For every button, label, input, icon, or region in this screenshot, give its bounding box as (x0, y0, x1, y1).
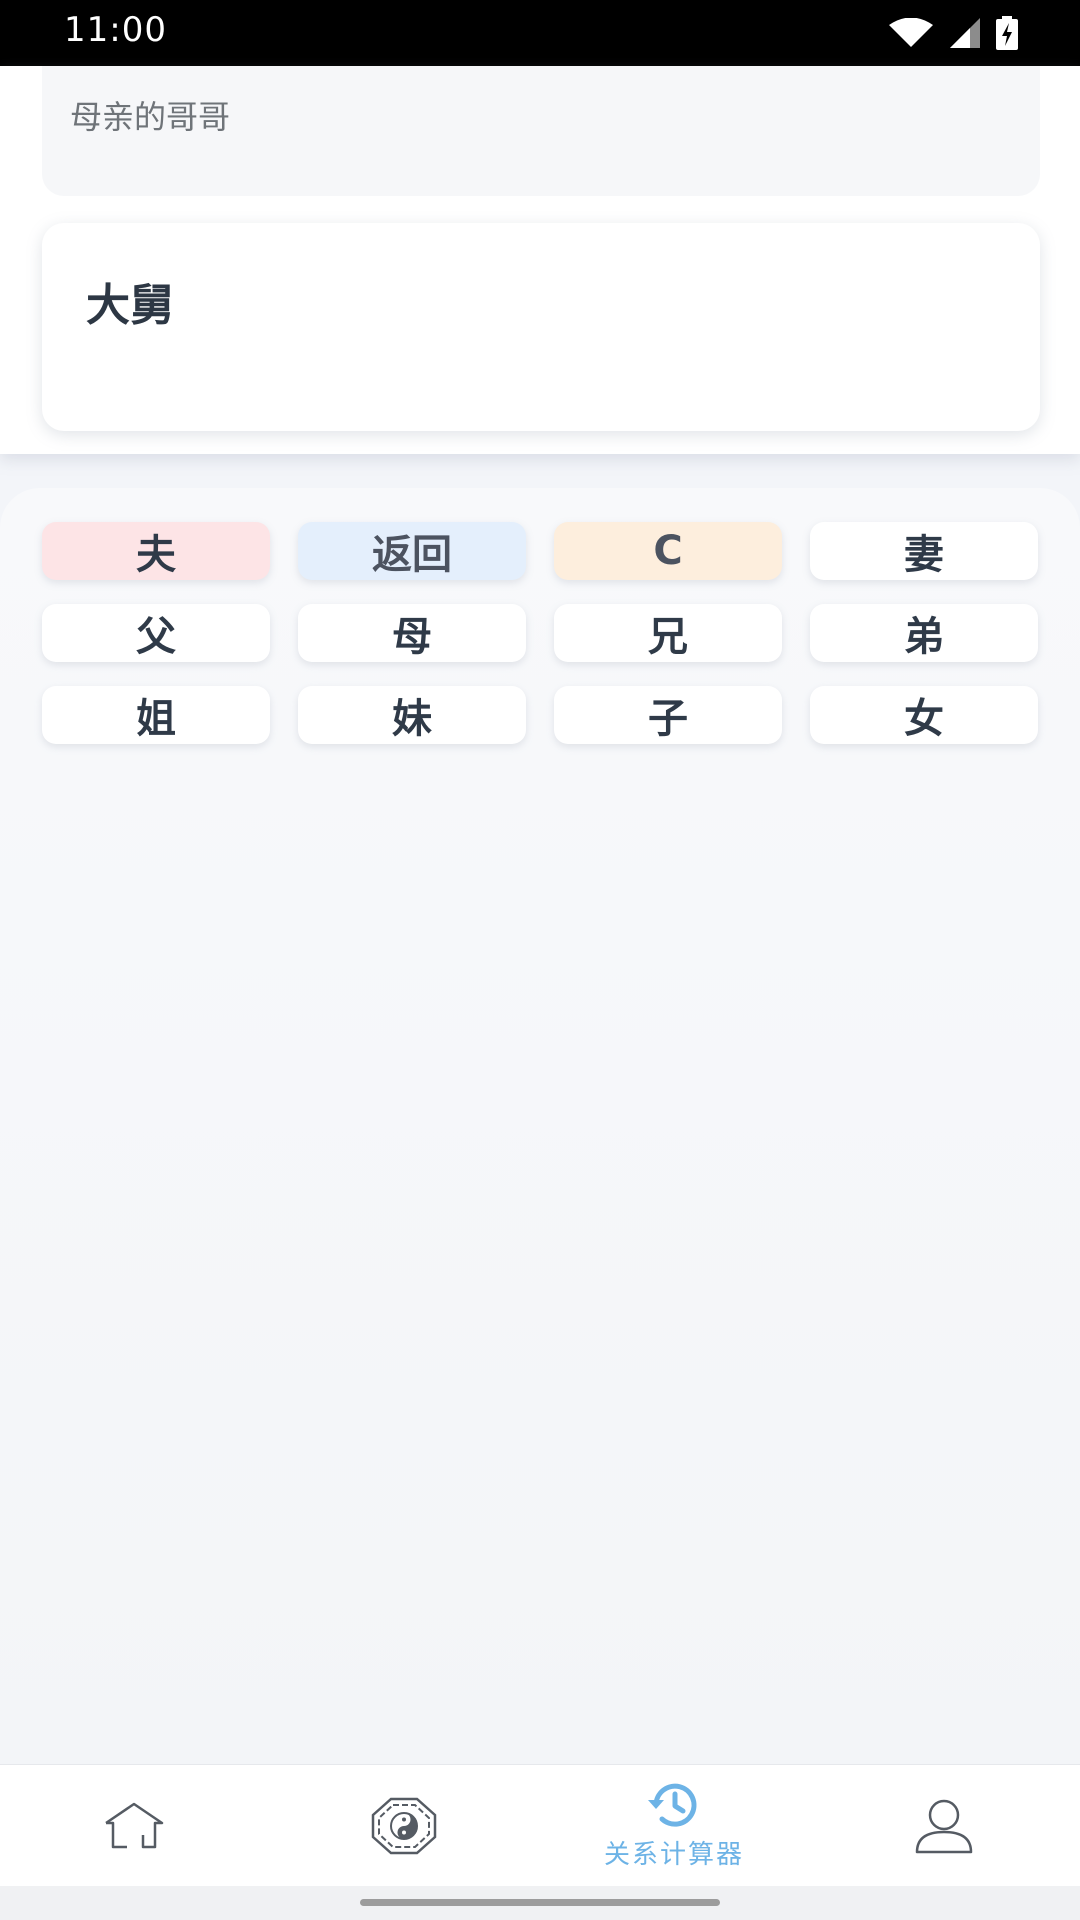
nav-relation-calculator[interactable]: 关系计算器 (574, 1765, 774, 1887)
nav-bagua[interactable] (354, 1765, 454, 1887)
key-back[interactable]: 返回 (298, 522, 526, 580)
yin-yang-bagua-icon (371, 1797, 437, 1855)
key-husband[interactable]: 夫 (42, 522, 270, 580)
key-father[interactable]: 父 (42, 604, 270, 662)
key-wife[interactable]: 妻 (810, 522, 1038, 580)
relation-input-field[interactable]: 母亲的哥哥 (42, 66, 1040, 196)
home-indicator[interactable] (360, 1899, 720, 1906)
key-elder-sister[interactable]: 姐 (42, 686, 270, 744)
user-icon (915, 1799, 973, 1854)
key-younger-brother[interactable]: 弟 (810, 604, 1038, 662)
key-younger-sister[interactable]: 妹 (298, 686, 526, 744)
nav-profile[interactable] (894, 1765, 994, 1887)
keypad-panel: 夫 返回 C 妻 父 母 兄 弟 姐 妹 子 女 (0, 488, 1080, 1764)
status-bar: 11:00 (0, 0, 1080, 66)
relation-input-text: 母亲的哥哥 (70, 98, 231, 136)
nav-label-relation-calculator: 关系计算器 (603, 1839, 744, 1870)
battery-charging-icon (996, 16, 1018, 50)
result-text: 大舅 (86, 280, 174, 331)
key-mother[interactable]: 母 (298, 604, 526, 662)
home-icon (105, 1802, 164, 1849)
key-elder-brother[interactable]: 兄 (554, 604, 782, 662)
status-time: 11:00 (64, 10, 167, 50)
key-clear[interactable]: C (554, 522, 782, 580)
wifi-icon (889, 18, 933, 47)
status-icons (888, 14, 1018, 52)
top-area: 母亲的哥哥 大舅 (0, 66, 1080, 454)
result-card: 大舅 (42, 223, 1040, 431)
signal-icon (950, 18, 980, 48)
history-clock-icon (648, 1783, 697, 1827)
key-daughter[interactable]: 女 (810, 686, 1038, 744)
nav-home[interactable] (84, 1765, 184, 1887)
bottom-nav: 关系计算器 (0, 1764, 1080, 1887)
key-son[interactable]: 子 (554, 686, 782, 744)
